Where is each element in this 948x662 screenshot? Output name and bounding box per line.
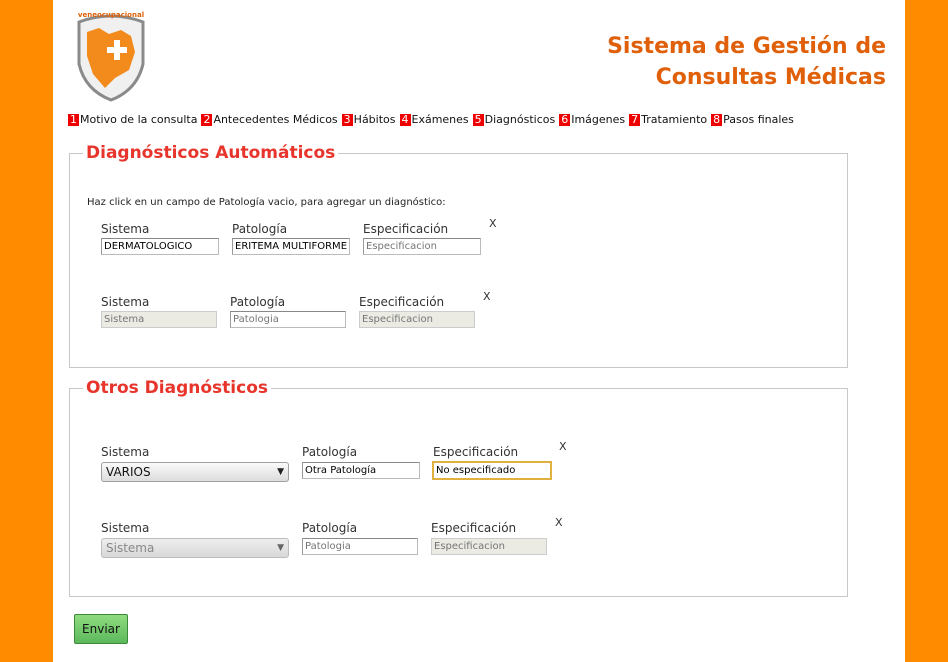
step-number: 2 xyxy=(201,112,213,126)
patologia-label: Patología xyxy=(302,521,358,535)
step-label: Imágenes xyxy=(571,113,626,126)
step-label: Tratamiento xyxy=(641,113,708,126)
page-container: veneocupacional Sistema de Gestión de Co… xyxy=(53,0,905,662)
auto-diagnoses-legend: Diagnósticos Automáticos xyxy=(86,143,336,163)
chevron-down-icon: ▼ xyxy=(277,543,284,553)
especificacion-field[interactable] xyxy=(432,461,552,480)
step-label: Pasos finales xyxy=(723,113,794,126)
sistema-label: Sistema xyxy=(101,295,150,309)
auto-hint: Haz click en un campo de Patología vacio… xyxy=(87,197,446,208)
sistema-select[interactable]: VARIOS ▼ xyxy=(101,462,289,482)
sistema-select-value: Sistema xyxy=(106,541,155,555)
step-imagenes[interactable]: 6 Imágenes xyxy=(559,113,625,126)
especificacion-label: Especificación xyxy=(431,521,517,535)
especificacion-label: Especificación xyxy=(433,445,519,459)
step-tratamiento[interactable]: 7 Tratamiento xyxy=(629,113,707,126)
patologia-field[interactable] xyxy=(302,462,420,479)
patologia-field[interactable] xyxy=(232,238,350,255)
remove-row-button[interactable]: X xyxy=(555,516,563,529)
step-number: 7 xyxy=(629,112,641,126)
auto-diagnoses-section: Diagnósticos Automáticos Haz click en un… xyxy=(69,143,848,368)
step-habitos[interactable]: 3 Hábitos xyxy=(341,112,396,126)
chevron-down-icon: ▼ xyxy=(277,467,284,477)
other-diagnoses-legend: Otros Diagnósticos xyxy=(86,378,268,398)
step-number: 6 xyxy=(559,112,571,126)
step-label: Diagnósticos xyxy=(484,113,556,126)
remove-row-button[interactable]: X xyxy=(489,217,497,230)
patologia-label: Patología xyxy=(232,222,288,236)
especificacion-field[interactable] xyxy=(431,538,547,555)
sistema-label: Sistema xyxy=(101,445,150,459)
sistema-field[interactable] xyxy=(101,311,217,328)
sistema-label: Sistema xyxy=(101,222,150,236)
patologia-label: Patología xyxy=(302,445,358,459)
step-motivo[interactable]: 1 Motivo de la consulta xyxy=(68,113,197,126)
step-diagnosticos[interactable]: 5 Diagnósticos xyxy=(472,112,556,126)
especificacion-label: Especificación xyxy=(359,295,445,309)
step-label: Exámenes xyxy=(411,113,469,126)
step-antecedentes[interactable]: 2 Antecedentes Médicos xyxy=(201,112,338,126)
step-number: 8 xyxy=(711,112,723,126)
especificacion-label: Especificación xyxy=(363,222,449,236)
sistema-select[interactable]: Sistema ▼ xyxy=(101,538,289,558)
step-number: 3 xyxy=(341,112,353,126)
step-number: 5 xyxy=(472,112,484,126)
patologia-field[interactable] xyxy=(302,538,418,555)
sistema-select-value: VARIOS xyxy=(106,465,151,479)
step-examenes[interactable]: 4 Exámenes xyxy=(399,112,469,126)
logo-text: veneocupacional xyxy=(78,11,144,19)
submit-button[interactable]: Enviar xyxy=(74,614,128,644)
step-label: Antecedentes Médicos xyxy=(213,113,338,126)
title-line-2: Consultas Médicas xyxy=(655,65,886,90)
especificacion-field[interactable] xyxy=(363,238,481,255)
logo-icon: veneocupacional xyxy=(77,11,145,102)
patologia-label: Patología xyxy=(230,295,286,309)
step-label: Motivo de la consulta xyxy=(80,113,198,126)
remove-row-button[interactable]: X xyxy=(559,440,567,453)
title-line-1: Sistema de Gestión de xyxy=(607,34,886,59)
sistema-label: Sistema xyxy=(101,521,150,535)
remove-row-button[interactable]: X xyxy=(483,290,491,303)
step-number: 4 xyxy=(399,112,411,126)
especificacion-field[interactable] xyxy=(359,311,475,328)
step-number: 1 xyxy=(68,112,79,126)
other-diagnoses-section: Otros Diagnósticos Sistema VARIOS ▼ Pato… xyxy=(69,378,848,597)
patologia-field[interactable] xyxy=(230,311,346,328)
step-pasos-finales[interactable]: 8 Pasos finales xyxy=(711,113,794,126)
step-label: Hábitos xyxy=(353,113,396,126)
sistema-field[interactable] xyxy=(101,238,219,255)
page-title: Sistema de Gestión de Consultas Médicas xyxy=(607,31,886,93)
steps-nav: 1 Motivo de la consulta 2 Antecedentes Méd… xyxy=(68,113,798,126)
